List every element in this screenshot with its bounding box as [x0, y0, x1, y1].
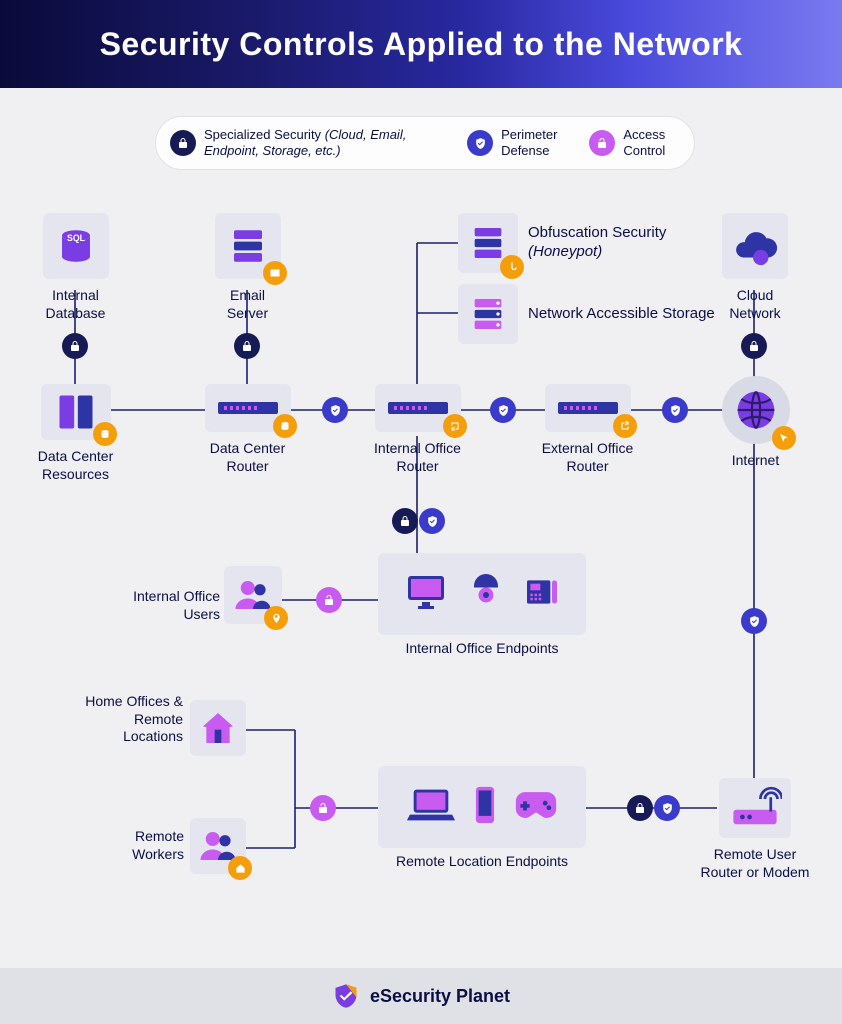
phone-icon	[474, 785, 496, 830]
cloud-icon	[722, 213, 788, 279]
footer: eSecurity Planet	[0, 968, 842, 1024]
shield-check-icon	[322, 397, 348, 423]
node-nas: Network Accessible Storage	[458, 284, 715, 344]
arrow-in-icon	[443, 414, 467, 438]
arrow-out-icon	[613, 414, 637, 438]
globe-icon	[722, 376, 790, 444]
pin-icon	[264, 606, 288, 630]
node-internal-office-router: Internal Office Router	[365, 384, 470, 475]
lock-icon	[627, 795, 653, 821]
node-data-center-router: Data Center Router	[195, 384, 300, 475]
node-obfuscation: Obfuscation Security(Honeypot)	[458, 213, 666, 273]
node-label: Obfuscation Security(Honeypot)	[528, 224, 666, 262]
rack-icon	[41, 384, 111, 440]
node-internet: Internet	[718, 376, 793, 470]
users-icon	[224, 566, 282, 624]
node-cloud-network: Cloud Network	[715, 213, 795, 322]
brand-shield-icon	[332, 982, 360, 1010]
wifi-router-icon	[719, 778, 791, 838]
node-home-offices-label: Home Offices & Remote Locations	[75, 693, 183, 746]
legend-item-specialized: Specialized Security (Cloud, Email, Endp…	[170, 127, 451, 158]
node-external-office-router: External Office Router	[535, 384, 640, 475]
node-internal-office-users-label: Internal Office Users	[125, 568, 220, 623]
legend-item-access: Access Control	[589, 127, 680, 158]
node-label: Internet	[718, 452, 793, 470]
router-icon	[205, 384, 291, 432]
diagram-canvas: Specialized Security (Cloud, Email, Endp…	[0, 88, 842, 968]
server-icon	[215, 213, 281, 279]
legend-item-perimeter: Perimeter Defense	[467, 127, 573, 158]
node-label: Data Center Router	[195, 440, 300, 475]
hook-icon	[500, 255, 524, 279]
lock-icon	[62, 333, 88, 359]
server-icon	[458, 213, 518, 273]
node-label: External Office Router	[535, 440, 640, 475]
node-label: Home Offices & Remote Locations	[75, 693, 183, 746]
camera-icon	[468, 574, 504, 615]
node-label: Internal Office Users	[125, 588, 220, 623]
header-banner: Security Controls Applied to the Network	[0, 0, 842, 88]
mail-icon	[263, 261, 287, 285]
node-remote-workers-label: Remote Workers	[108, 828, 184, 863]
phone-icon	[522, 572, 562, 617]
legend-specialized-label: Specialized Security (Cloud, Email, Endp…	[204, 127, 451, 158]
gamepad-icon	[514, 788, 558, 827]
node-remote-workers	[190, 818, 246, 882]
node-label: Remote User Router or Modem	[700, 846, 810, 881]
legend-perimeter-label: Perimeter Defense	[501, 127, 573, 158]
database-icon: SQL	[43, 213, 109, 279]
unlock-icon	[310, 795, 336, 821]
disk-icon	[93, 422, 117, 446]
lock-icon	[741, 333, 767, 359]
footer-brand: eSecurity Planet	[370, 986, 510, 1007]
node-internal-office-endpoints	[378, 553, 586, 635]
node-internal-database: SQL Internal Database	[38, 213, 113, 322]
house-icon	[228, 856, 252, 880]
node-data-center-resources: Data Center Resources	[28, 384, 123, 483]
node-home-offices	[190, 700, 246, 764]
node-remote-location-endpoints-label: Remote Location Endpoints	[378, 853, 586, 871]
cursor-icon	[772, 426, 796, 450]
shield-check-icon	[654, 795, 680, 821]
node-email-server: Email Server	[210, 213, 285, 322]
node-internal-office-endpoints-label: Internal Office Endpoints	[378, 640, 586, 658]
router-icon	[545, 384, 631, 432]
node-remote-user-router: Remote User Router or Modem	[700, 778, 810, 881]
lock-icon	[234, 333, 260, 359]
node-label: Network Accessible Storage	[528, 305, 715, 324]
node-label: Email Server	[210, 287, 285, 322]
node-remote-location-endpoints	[378, 766, 586, 848]
node-label: Internal Office Router	[365, 440, 470, 475]
shield-check-icon	[662, 397, 688, 423]
shield-check-icon	[467, 130, 493, 156]
svg-text:SQL: SQL	[67, 233, 86, 243]
node-label: Internal Office Endpoints	[378, 640, 586, 658]
router-icon	[375, 384, 461, 432]
legend-access-label: Access Control	[623, 127, 680, 158]
node-label: Remote Location Endpoints	[378, 853, 586, 871]
unlock-icon	[589, 130, 615, 156]
shield-check-icon	[490, 397, 516, 423]
node-label: Internal Database	[38, 287, 113, 322]
monitor-icon	[402, 568, 450, 621]
laptop-icon	[406, 785, 456, 830]
unlock-icon	[316, 587, 342, 613]
shield-check-icon	[741, 608, 767, 634]
storage-icon	[458, 284, 518, 344]
disk-icon	[273, 414, 297, 438]
node-label: Remote Workers	[108, 828, 184, 863]
users-icon	[190, 818, 246, 874]
page-title: Security Controls Applied to the Network	[100, 26, 743, 63]
lock-icon	[392, 508, 418, 534]
lock-icon	[170, 130, 196, 156]
node-label: Cloud Network	[715, 287, 795, 322]
house-icon	[190, 700, 246, 756]
node-internal-office-users	[224, 566, 282, 632]
node-label: Data Center Resources	[28, 448, 123, 483]
legend: Specialized Security (Cloud, Email, Endp…	[155, 116, 695, 170]
shield-check-icon	[419, 508, 445, 534]
